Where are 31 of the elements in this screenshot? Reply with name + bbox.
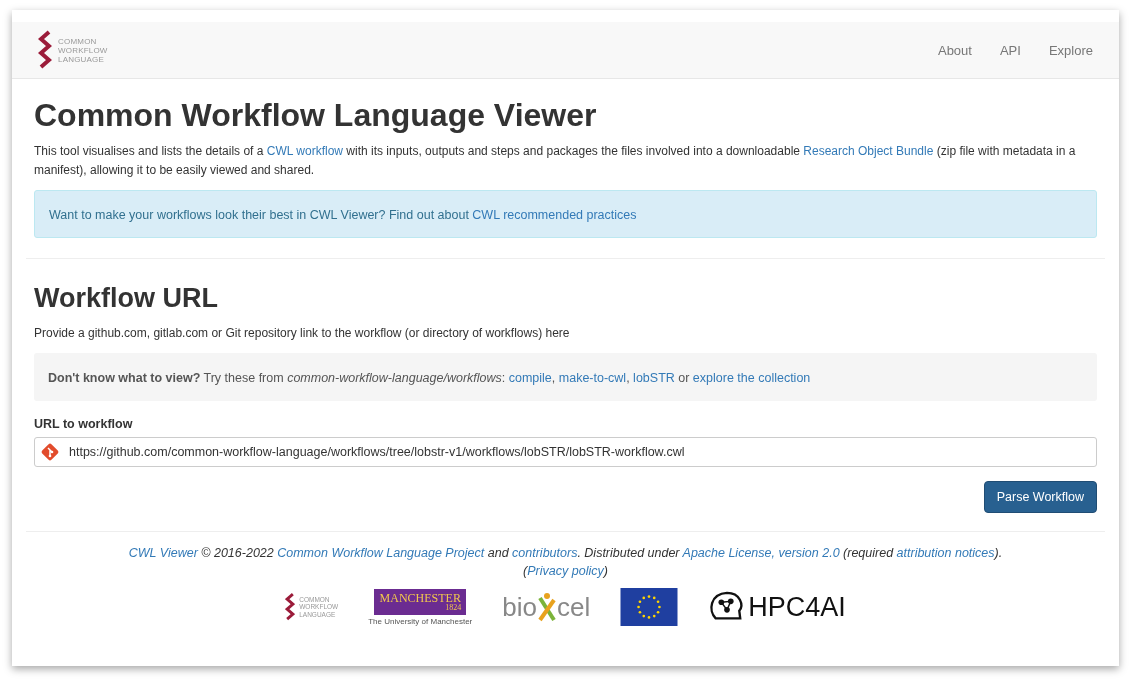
url-input-field[interactable]: https://github.com/common-workflow-language/workflows/tree/lobstr-v1/workflows/lobSTR/lobSTR-workflow.cwl	[34, 437, 1097, 467]
nav-link[interactable]: About	[937, 42, 972, 58]
zigzag-logo-icon	[38, 29, 52, 71]
text-link[interactable]: explore the collection	[692, 371, 811, 385]
section-title: Workflow URL	[34, 283, 219, 314]
logo-caption: The University of Manchester	[368, 616, 473, 626]
logo-text: HPC4AI	[748, 591, 846, 623]
suggestions-text: Don't know what to view? Try these from common-workflow-language/workflows: compile, make-to-cwl, lobSTR or explore the collection	[48, 371, 811, 385]
text-link[interactable]: lobSTR	[633, 371, 675, 385]
university-logo: MANCHESTER 1824	[374, 588, 467, 615]
eu-flag-icon	[620, 588, 679, 626]
bioexcel-logo: bio cel	[502, 591, 591, 623]
nav-link[interactable]: Explore	[1048, 42, 1093, 58]
text-link[interactable]: compile	[508, 371, 552, 385]
footer-text: CWL Viewer © 2016-2022 Common Workflow Language Project and contributors. Distributed under Apache License, version 2.0 (required attribution notices).	[127, 546, 1004, 560]
text-link[interactable]: Apache License, version 2.0	[682, 546, 840, 560]
intro-paragraph: This tool visualises and lists the details of a CWL workflow with its inputs, outputs and steps and packages the files involved into a downloadable Research Object Bundle (zip file with metadata in a manifest), allowing it to be easily viewed and shared.	[34, 143, 1077, 179]
field-label: URL to workflow	[34, 417, 134, 431]
parse-workflow-button[interactable]: Parse Workflow	[983, 481, 1097, 513]
page-title: Common Workflow Language Viewer	[34, 97, 598, 134]
logo-text: COMMON WORKFLOW LANGUAGE	[58, 36, 108, 64]
section-description: Provide a github.com, gitlab.com or Git repository link to the workflow (or directory of workflows) here	[34, 325, 571, 342]
text-link[interactable]: Common Workflow Language Project	[277, 546, 485, 560]
privacy-text: (Privacy policy)	[522, 564, 609, 578]
text-link[interactable]: Privacy policy	[527, 564, 604, 578]
alert-text: Want to make your workflows look their best in CWL Viewer? Find out about CWL recommended practices	[49, 208, 637, 222]
text-link[interactable]: CWL recommended practices	[472, 208, 637, 222]
text-link[interactable]: CWL workflow	[266, 144, 343, 158]
nav-link[interactable]: API	[999, 42, 1021, 58]
text-link[interactable]: Research Object Bundle	[803, 144, 934, 158]
text-link[interactable]: CWL Viewer	[128, 546, 198, 560]
